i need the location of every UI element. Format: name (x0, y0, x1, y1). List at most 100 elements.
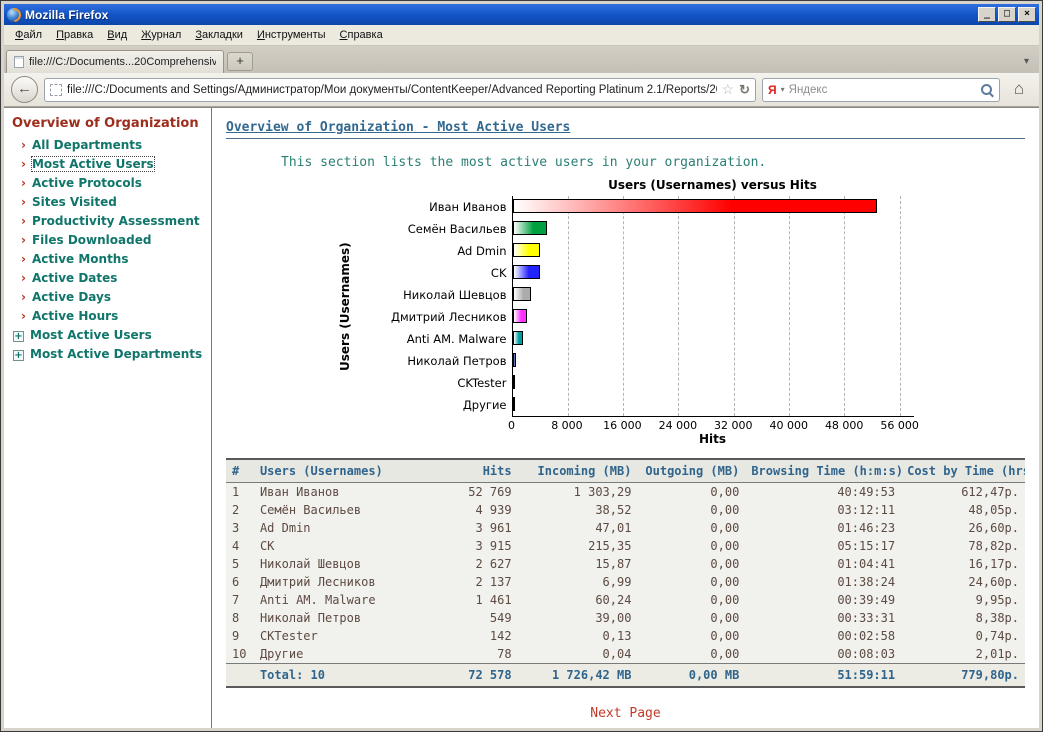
table-header-cell: Outgoing (MB) (637, 459, 745, 483)
table-cell: 0,74р. (901, 627, 1025, 645)
table-cell: 78,82р. (901, 537, 1025, 555)
bullet-arrow-icon: › (21, 138, 26, 152)
table-row: 10Другие780,040,0000:08:032,01р. (226, 645, 1025, 664)
minimize-button[interactable]: _ (978, 7, 996, 22)
table-cell: 1 (226, 483, 254, 502)
table-cell: 8,38р. (901, 609, 1025, 627)
chart-bar (513, 221, 547, 235)
chart-bar (513, 243, 540, 257)
table-cell: Другие (254, 645, 434, 664)
bullet-arrow-icon: › (21, 214, 26, 228)
chart-bar-row (513, 284, 914, 306)
table-cell: 0,00 (637, 555, 745, 573)
bullet-arrow-icon: › (21, 271, 26, 285)
tree-expand-plus-icon[interactable]: + (13, 350, 24, 361)
sidebar-item-label: Active Days (32, 290, 111, 304)
chart-category-labels: Иван ИвановСемён ВасильевAd DminCKНикола… (360, 196, 512, 417)
table-row: 6Дмитрий Лесников2 1376,990,0001:38:2424… (226, 573, 1025, 591)
table-row: 9CKTester1420,130,0000:02:580,74р. (226, 627, 1025, 645)
table-cell: 215,35 (518, 537, 638, 555)
menu-item-3[interactable]: Журнал (134, 26, 188, 44)
menu-item-1[interactable]: Правка (49, 26, 100, 44)
menu-item-4[interactable]: Закладки (188, 26, 250, 44)
chart-category-label: Дмитрий Лесников (360, 306, 512, 328)
page-placeholder-icon (50, 84, 62, 96)
sidebar-item-label: Most Active Departments (30, 347, 202, 361)
tab-active[interactable]: file:///C:/Documents...20Comprehensive.h… (6, 50, 224, 73)
menu-item-5[interactable]: Инструменты (250, 26, 333, 44)
bullet-arrow-icon: › (21, 157, 26, 171)
back-button[interactable]: ← (11, 76, 38, 103)
table-cell: 1 461 (434, 591, 518, 609)
search-bar[interactable]: Я ▾ (762, 78, 1000, 102)
sidebar-item-11[interactable]: + Most Active Departments (12, 345, 207, 364)
table-cell: Anti AM. Malware (254, 591, 434, 609)
menu-item-6[interactable]: Справка (333, 26, 390, 44)
table-cell: 16,17р. (901, 555, 1025, 573)
window-title: Mozilla Firefox (25, 8, 972, 22)
sidebar-item-0[interactable]: ›All Departments (12, 136, 207, 155)
sidebar-item-6[interactable]: › Active Months (12, 250, 207, 269)
sidebar-item-label: Sites Visited (32, 195, 117, 209)
sidebar-item-9[interactable]: ›Active Hours (12, 307, 207, 326)
chart-category-label: CK (360, 262, 512, 284)
table-row: 3Ad Dmin3 96147,010,0001:46:2326,60р. (226, 519, 1025, 537)
bullet-arrow-icon: › (21, 290, 26, 304)
table-cell: 0,00 (637, 501, 745, 519)
sidebar-item-label: Active Months (32, 252, 129, 266)
table-row: 4CK3 915215,350,0005:15:1778,82р. (226, 537, 1025, 555)
url-input[interactable] (67, 84, 717, 96)
table-cell: 549 (434, 609, 518, 627)
sidebar-item-1[interactable]: ›Most Active Users (12, 155, 207, 174)
table-cell: 78 (434, 645, 518, 664)
table-cell: 0,00 (637, 573, 745, 591)
new-tab-button[interactable]: + (227, 52, 253, 71)
report-main: Overview of Organization - Most Active U… (212, 108, 1039, 728)
table-body: 1Иван Иванов52 7691 303,290,0040:49:5361… (226, 483, 1025, 664)
search-magnifier-icon[interactable] (980, 83, 994, 97)
url-bar[interactable]: ☆ ↻ (44, 78, 756, 102)
reload-icon[interactable]: ↻ (739, 82, 750, 98)
sidebar-item-8[interactable]: › Active Days (12, 288, 207, 307)
menu-item-0[interactable]: Файл (8, 26, 49, 44)
chart-title: Users (Usernames) versus Hits (512, 178, 914, 192)
engine-dropdown-icon[interactable]: ▾ (781, 85, 785, 94)
chart-category-label: Иван Иванов (360, 196, 512, 218)
sidebar-item-label: Most Active Users (30, 328, 152, 342)
chart-x-ticks: 08 00016 00024 00032 00040 00048 00056 0… (512, 417, 914, 432)
bullet-arrow-icon: › (21, 252, 26, 266)
title-bar[interactable]: Mozilla Firefox _ □ × (4, 4, 1039, 25)
search-input[interactable] (789, 84, 976, 96)
home-button[interactable]: ⌂ (1006, 77, 1032, 103)
yandex-engine-icon[interactable]: Я (768, 83, 777, 97)
sidebar-item-2[interactable]: ›Active Protocols (12, 174, 207, 193)
sidebar-item-7[interactable]: ›Active Dates (12, 269, 207, 288)
maximize-button[interactable]: □ (998, 7, 1016, 22)
table-header-cell: Hits (434, 459, 518, 483)
chart-bar-row (513, 350, 914, 372)
next-page-link[interactable]: Next Page (226, 706, 1025, 721)
list-all-tabs-icon[interactable]: ▾ (1020, 56, 1033, 73)
sidebar-item-10[interactable]: + Most Active Users (12, 326, 207, 345)
sidebar-item-4[interactable]: ›Productivity Assessment (12, 212, 207, 231)
table-cell: 7 (226, 591, 254, 609)
table-cell: 0,00 (637, 519, 745, 537)
bookmark-star-icon[interactable]: ☆ (722, 81, 735, 98)
chart-bar (513, 375, 515, 389)
table-total-cell (226, 664, 254, 688)
chart-bar (513, 331, 523, 345)
chart-bar (513, 199, 878, 213)
bar-chart: Users (Usernames) versus Hits Users (Use… (338, 178, 914, 446)
sidebar-item-label: Active Hours (32, 309, 118, 323)
table-total-row: Total: 1072 5781 726,42 MB0,00 MB51:59:1… (226, 664, 1025, 688)
table-cell: 0,00 (637, 537, 745, 555)
sidebar-item-3[interactable]: ›Sites Visited (12, 193, 207, 212)
menu-item-2[interactable]: Вид (100, 26, 134, 44)
table-cell: CK (254, 537, 434, 555)
table-header-cell: Cost by Time (hrs) (901, 459, 1025, 483)
sidebar-item-5[interactable]: ›Files Downloaded (12, 231, 207, 250)
close-button[interactable]: × (1018, 7, 1036, 22)
tree-expand-plus-icon[interactable]: + (13, 331, 24, 342)
table-cell: 52 769 (434, 483, 518, 502)
section-description: This section lists the most active users… (281, 155, 1025, 170)
